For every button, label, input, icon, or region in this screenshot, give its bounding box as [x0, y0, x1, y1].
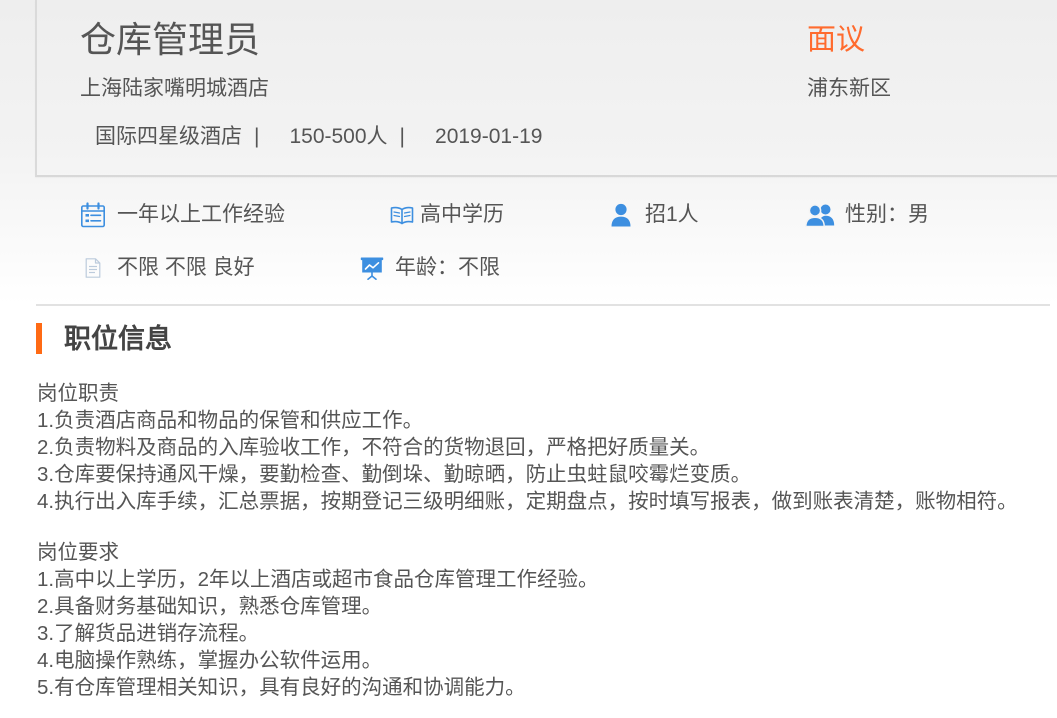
- list-item: 5.有仓库管理相关知识，具有良好的沟通和协调能力。: [37, 676, 526, 699]
- document-icon: [85, 258, 101, 278]
- book-icon: [390, 206, 414, 225]
- company-size-tag: 150-500人: [289, 125, 388, 148]
- age-text: 年龄：不限: [395, 256, 500, 279]
- list-item: 2.负责物料及商品的入库验收工作，不符合的货物退回，严格把好质量关。: [37, 436, 711, 459]
- responsibilities-block: 岗位职责 1.负责酒店商品和物品的保管和供应工作。 2.负责物料及商品的入库验收…: [37, 380, 1018, 515]
- company-tags: 国际四星级酒店 | 150-500人 | 2019-01-19: [95, 126, 542, 148]
- list-item: 1.高中以上学历，2年以上酒店或超市食品仓库管理工作经验。: [37, 568, 599, 591]
- post-date: 2019-01-19: [435, 125, 543, 148]
- headcount-requirement: 招1人: [610, 202, 699, 228]
- company-name-link[interactable]: 上海陆家嘴明城酒店: [80, 78, 269, 100]
- qualifications-heading: 岗位要求: [37, 541, 119, 564]
- tag-separator: |: [399, 125, 406, 148]
- responsibilities-heading: 岗位职责: [37, 382, 119, 405]
- calendar-icon: [80, 202, 106, 228]
- job-header: 仓库管理员 面议 上海陆家嘴明城酒店 浦东新区 国际四星级酒店 | 150-50…: [35, 0, 1057, 177]
- job-description: 岗位职责 1.负责酒店商品和物品的保管和供应工作。 2.负责物料及商品的入库验收…: [37, 380, 1018, 701]
- list-item: 4.执行出入库手续，汇总票据，按期登记三级明细账，定期盘点，按时填写报表，做到账…: [37, 490, 1018, 513]
- section-header: 职位信息: [36, 323, 236, 354]
- experience-requirement: 一年以上工作经验: [80, 202, 285, 228]
- list-item: 3.仓库要保持通风干燥，要勤检查、勤倒垛、勤晾晒，防止虫蛀鼠咬霉烂变质。: [37, 463, 752, 486]
- education-text: 高中学历: [420, 203, 504, 226]
- company-type-tag: 国际四星级酒店: [95, 125, 242, 148]
- list-item: 1.负责酒店商品和物品的保管和供应工作。: [37, 409, 424, 432]
- gender-requirement: 性别：男: [805, 202, 929, 228]
- education-requirement: 高中学历: [390, 202, 504, 228]
- qualifications-block: 岗位要求 1.高中以上学历，2年以上酒店或超市食品仓库管理工作经验。 2.具备财…: [37, 539, 1018, 701]
- person-icon: [611, 203, 631, 227]
- section-title: 职位信息: [64, 324, 172, 354]
- job-location: 浦东新区: [807, 77, 891, 100]
- experience-text: 一年以上工作经验: [117, 203, 285, 226]
- group-icon: [805, 204, 835, 227]
- gender-text: 性别：男: [845, 203, 929, 226]
- tag-separator: |: [254, 125, 260, 148]
- list-item: 3.了解货品进销存流程。: [37, 622, 260, 645]
- job-header-area: 仓库管理员 面议 上海陆家嘴明城酒店 浦东新区 国际四星级酒店 | 150-50…: [0, 0, 1057, 304]
- job-title: 仓库管理员: [80, 19, 261, 60]
- list-item: 4.电脑操作熟练，掌握办公软件运用。: [37, 649, 383, 672]
- other-requirement-text: 不限 不限 良好: [117, 256, 255, 279]
- list-item: 2.具备财务基础知识，熟悉仓库管理。: [37, 595, 383, 618]
- age-requirement: 年龄：不限: [360, 255, 500, 281]
- presentation-icon: [360, 257, 384, 280]
- other-requirement: 不限 不限 良好: [85, 255, 255, 281]
- salary: 面议: [807, 24, 866, 56]
- divider: [36, 304, 1050, 306]
- headcount-text: 招1人: [645, 203, 699, 226]
- section-accent-bar: [36, 323, 42, 354]
